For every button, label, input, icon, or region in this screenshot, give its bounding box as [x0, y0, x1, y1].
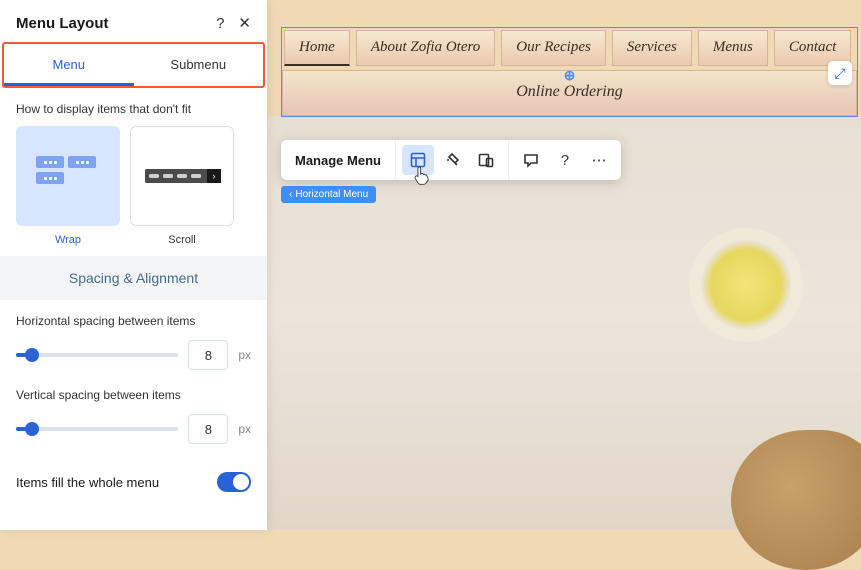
tab-menu[interactable]: Menu — [4, 44, 134, 86]
panel-close-icon[interactable]: ✕ — [238, 14, 251, 32]
comment-icon[interactable] — [515, 145, 547, 175]
v-spacing-input[interactable] — [188, 414, 228, 444]
tab-submenu[interactable]: Submenu — [134, 44, 264, 86]
element-toolbar: Manage Menu ? ⋯ — [281, 140, 621, 180]
background-decor-bread — [731, 430, 861, 570]
v-spacing-label: Vertical spacing between items — [16, 388, 251, 402]
h-spacing-input[interactable] — [188, 340, 228, 370]
manage-menu-button[interactable]: Manage Menu — [281, 140, 396, 180]
background-decor-yolk — [701, 240, 791, 330]
breadcrumb-label: Horizontal Menu — [295, 189, 368, 200]
more-icon[interactable]: ⋯ — [583, 145, 615, 175]
add-item-handle-icon[interactable]: ⊕ — [564, 67, 576, 84]
fill-menu-toggle[interactable] — [217, 472, 251, 492]
menu-layout-panel: Menu Layout ? ✕ Menu Submenu How to disp… — [0, 0, 267, 530]
breadcrumb-chip[interactable]: ‹ Horizontal Menu — [281, 186, 376, 203]
nav-item-services[interactable]: Services — [612, 30, 692, 66]
v-spacing-slider[interactable] — [16, 427, 178, 431]
section-spacing-header: Spacing & Alignment — [0, 256, 267, 300]
option-scroll[interactable]: › Scroll — [130, 126, 234, 246]
responsive-icon[interactable] — [470, 145, 502, 175]
option-scroll-label: Scroll — [168, 234, 196, 246]
chevron-left-icon: ‹ — [289, 189, 292, 200]
help-icon[interactable]: ? — [549, 145, 581, 175]
nav-item-home[interactable]: Home — [284, 30, 350, 66]
layout-icon[interactable] — [402, 145, 434, 175]
horizontal-menu-selection[interactable]: Home About Zofia Otero Our Recipes Servi… — [281, 27, 858, 117]
panel-help-icon[interactable]: ? — [216, 15, 224, 32]
panel-title: Menu Layout — [16, 15, 109, 32]
design-icon[interactable] — [436, 145, 468, 175]
h-spacing-unit: px — [238, 348, 251, 362]
panel-tabs: Menu Submenu — [2, 42, 265, 88]
expand-icon[interactable]: ⤢ — [828, 61, 852, 85]
option-wrap[interactable]: Wrap — [16, 126, 120, 246]
nav-item-about[interactable]: About Zofia Otero — [356, 30, 495, 66]
nav-item-menus[interactable]: Menus — [698, 30, 768, 66]
option-wrap-label: Wrap — [55, 234, 81, 246]
wrap-icon — [36, 156, 100, 196]
display-mode-label: How to display items that don't fit — [16, 102, 251, 116]
v-spacing-unit: px — [238, 422, 251, 436]
h-spacing-slider[interactable] — [16, 353, 178, 357]
fill-menu-label: Items fill the whole menu — [16, 475, 159, 490]
h-spacing-label: Horizontal spacing between items — [16, 314, 251, 328]
scroll-icon: › — [145, 169, 219, 183]
nav-item-recipes[interactable]: Our Recipes — [501, 30, 606, 66]
